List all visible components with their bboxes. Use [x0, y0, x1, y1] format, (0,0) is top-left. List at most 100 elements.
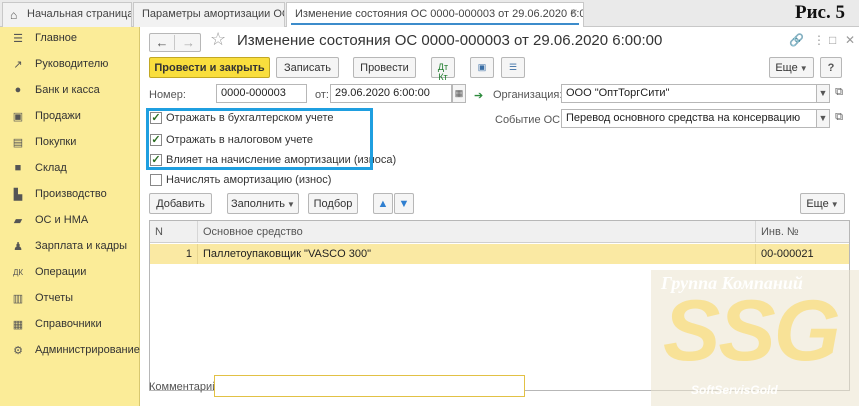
move-down-button[interactable]: ▼: [394, 193, 414, 214]
dt-kt-button[interactable]: Дт Кт: [431, 57, 455, 82]
sidebar-item-manager[interactable]: ↗ Руководителю: [0, 55, 140, 75]
maximize-icon[interactable]: □: [829, 33, 836, 47]
sidebar-item-fixed-assets[interactable]: ▰ ОС и НМА: [0, 211, 140, 231]
person-icon: ♟: [13, 241, 23, 253]
checkbox-charge-depreciation-label: Начислять амортизацию (износ): [166, 174, 332, 186]
fill-button[interactable]: Заполнить ▼: [227, 193, 299, 214]
organization-open-icon[interactable]: ⧉: [832, 84, 846, 103]
watermark-logo: SSG Группа Компаний SoftServisGold: [651, 270, 859, 406]
event-dropdown-button[interactable]: ▼: [816, 109, 830, 128]
checkbox-highlight-frame: [146, 108, 373, 170]
sidebar-item-warehouse[interactable]: ■ Склад: [0, 159, 140, 179]
books-icon: ▦: [12, 319, 24, 331]
table-row[interactable]: 1 Паллетоупаковщик "VASCO 300" 00-000021: [150, 244, 849, 264]
home-icon: ⌂: [10, 8, 18, 22]
cell-n: 1: [150, 244, 198, 264]
sidebar-item-label: Продажи: [35, 110, 81, 122]
factory-icon: ▙: [13, 189, 23, 201]
sidebar-item-production[interactable]: ▙ Производство: [0, 185, 140, 205]
arrow-up-icon: ▲: [377, 198, 389, 210]
back-arrow-icon[interactable]: ←: [150, 35, 175, 50]
add-row-button[interactable]: Добавить: [149, 193, 212, 214]
favorite-star-icon[interactable]: ☆: [210, 29, 226, 50]
sidebar-item-label: Операции: [35, 266, 87, 278]
sidebar-item-label: Зарплата и кадры: [35, 240, 128, 252]
sidebar-item-purchases[interactable]: ▤ Покупки: [0, 133, 140, 153]
sidebar-item-catalogs[interactable]: ▦ Справочники: [0, 315, 140, 335]
close-icon[interactable]: ✕: [570, 8, 578, 19]
calendar-button[interactable]: ▦: [452, 84, 466, 103]
event-label: Событие ОС:: [495, 114, 564, 126]
sidebar-item-reports[interactable]: ▥ Отчеты: [0, 289, 140, 309]
select-button[interactable]: Подбор: [308, 193, 358, 214]
sidebar-item-label: Склад: [35, 162, 67, 174]
sidebar-item-label: Производство: [35, 188, 107, 200]
column-header-asset[interactable]: Основное средство: [198, 221, 756, 243]
sidebar-item-label: Справочники: [35, 318, 102, 330]
forward-arrow-icon[interactable]: →: [176, 35, 201, 50]
cell-asset: Паллетоупаковщик "VASCO 300": [198, 244, 756, 264]
sidebar-item-sales[interactable]: ▣ Продажи: [0, 107, 140, 127]
menu-icon: ☰: [13, 33, 23, 45]
structure-icon: ▣: [477, 62, 487, 72]
sidebar-item-payroll[interactable]: ♟ Зарплата и кадры: [0, 237, 140, 257]
org-status-icon: ➔: [474, 90, 484, 102]
sidebar-item-bank[interactable]: ● Банк и касса: [0, 81, 140, 101]
tab-home[interactable]: ⌂ Начальная страница: [2, 2, 132, 27]
more-button-label: Еще: [775, 62, 798, 74]
move-up-button[interactable]: ▲: [373, 193, 393, 214]
help-button[interactable]: ?: [820, 57, 842, 78]
nav-buttons: ← →: [149, 33, 201, 52]
column-header-inv[interactable]: Инв. №: [756, 221, 849, 243]
tab-depreciation-params-label: Параметры амортизации ОС: [142, 8, 285, 20]
tab-home-label: Начальная страница: [27, 8, 132, 20]
link-icon[interactable]: 🔗: [789, 33, 804, 47]
comment-field[interactable]: [214, 375, 525, 397]
more-button[interactable]: Еще ▼: [769, 57, 814, 78]
chevron-down-icon: ▼: [799, 64, 808, 73]
post-and-close-button[interactable]: Провести и закрыть: [149, 57, 270, 78]
organization-dropdown-button[interactable]: ▼: [816, 84, 830, 103]
sidebar-item-operations[interactable]: ДК Операции: [0, 263, 140, 283]
close-icon[interactable]: ✕: [845, 33, 855, 47]
box-icon: ■: [14, 162, 22, 174]
cart-icon: ▤: [12, 137, 24, 149]
table-more-button-label: Еще: [806, 198, 829, 210]
sidebar-item-label: Администрирование: [35, 344, 140, 356]
more-vertical-icon[interactable]: ⋮: [813, 33, 825, 47]
bag-icon: ▣: [12, 111, 24, 123]
date-field[interactable]: 29.06.2020 6:00:00: [330, 84, 452, 103]
save-button[interactable]: Записать: [276, 57, 339, 78]
calendar-icon: ▦: [454, 88, 464, 98]
help-icon: ?: [827, 62, 835, 74]
table-more-button[interactable]: Еще ▼: [800, 193, 845, 214]
chevron-down-icon: ▼: [287, 200, 295, 209]
tab-depreciation-params[interactable]: Параметры амортизации ОС: [133, 2, 285, 27]
event-open-icon[interactable]: ⧉: [832, 109, 846, 128]
comment-label: Комментарий:: [149, 381, 222, 393]
organization-label: Организация:: [493, 89, 563, 101]
number-field[interactable]: 0000-000003: [216, 84, 307, 103]
print-button[interactable]: ☰: [501, 57, 525, 78]
event-field[interactable]: Перевод основного средства на консерваци…: [561, 109, 817, 128]
sidebar-item-label: Главное: [35, 32, 78, 44]
structure-button[interactable]: ▣: [470, 57, 494, 78]
figure-caption: Рис. 5: [795, 2, 845, 23]
post-button[interactable]: Провести: [353, 57, 416, 78]
organization-field[interactable]: ООО "ОптТоргСити": [561, 84, 817, 103]
sidebar-item-label: Отчеты: [35, 292, 74, 304]
bar-chart-icon: ▥: [12, 293, 24, 305]
dt-kt-icon: Дт Кт: [437, 62, 449, 82]
chevron-down-icon: ▼: [830, 200, 839, 209]
sidebar-item-admin[interactable]: ⚙ Администрирование: [0, 341, 140, 361]
active-tab-underline: [291, 23, 579, 25]
sidebar-item-label: Банк и касса: [35, 84, 100, 96]
tab-active-document-label: Изменение состояния ОС 0000-000003 от 29…: [295, 8, 584, 20]
checkbox-charge-depreciation-box[interactable]: [150, 174, 162, 186]
page-title: Изменение состояния ОС 0000-000003 от 29…: [237, 32, 663, 49]
watermark-company-group: Группа Компаний: [661, 273, 803, 293]
dt-kt-icon: ДК: [12, 268, 24, 277]
tab-active-document[interactable]: Изменение состояния ОС 0000-000003 от 29…: [286, 2, 584, 28]
column-header-n[interactable]: N: [150, 221, 198, 243]
sidebar-item-main[interactable]: ☰ Главное: [0, 29, 140, 49]
